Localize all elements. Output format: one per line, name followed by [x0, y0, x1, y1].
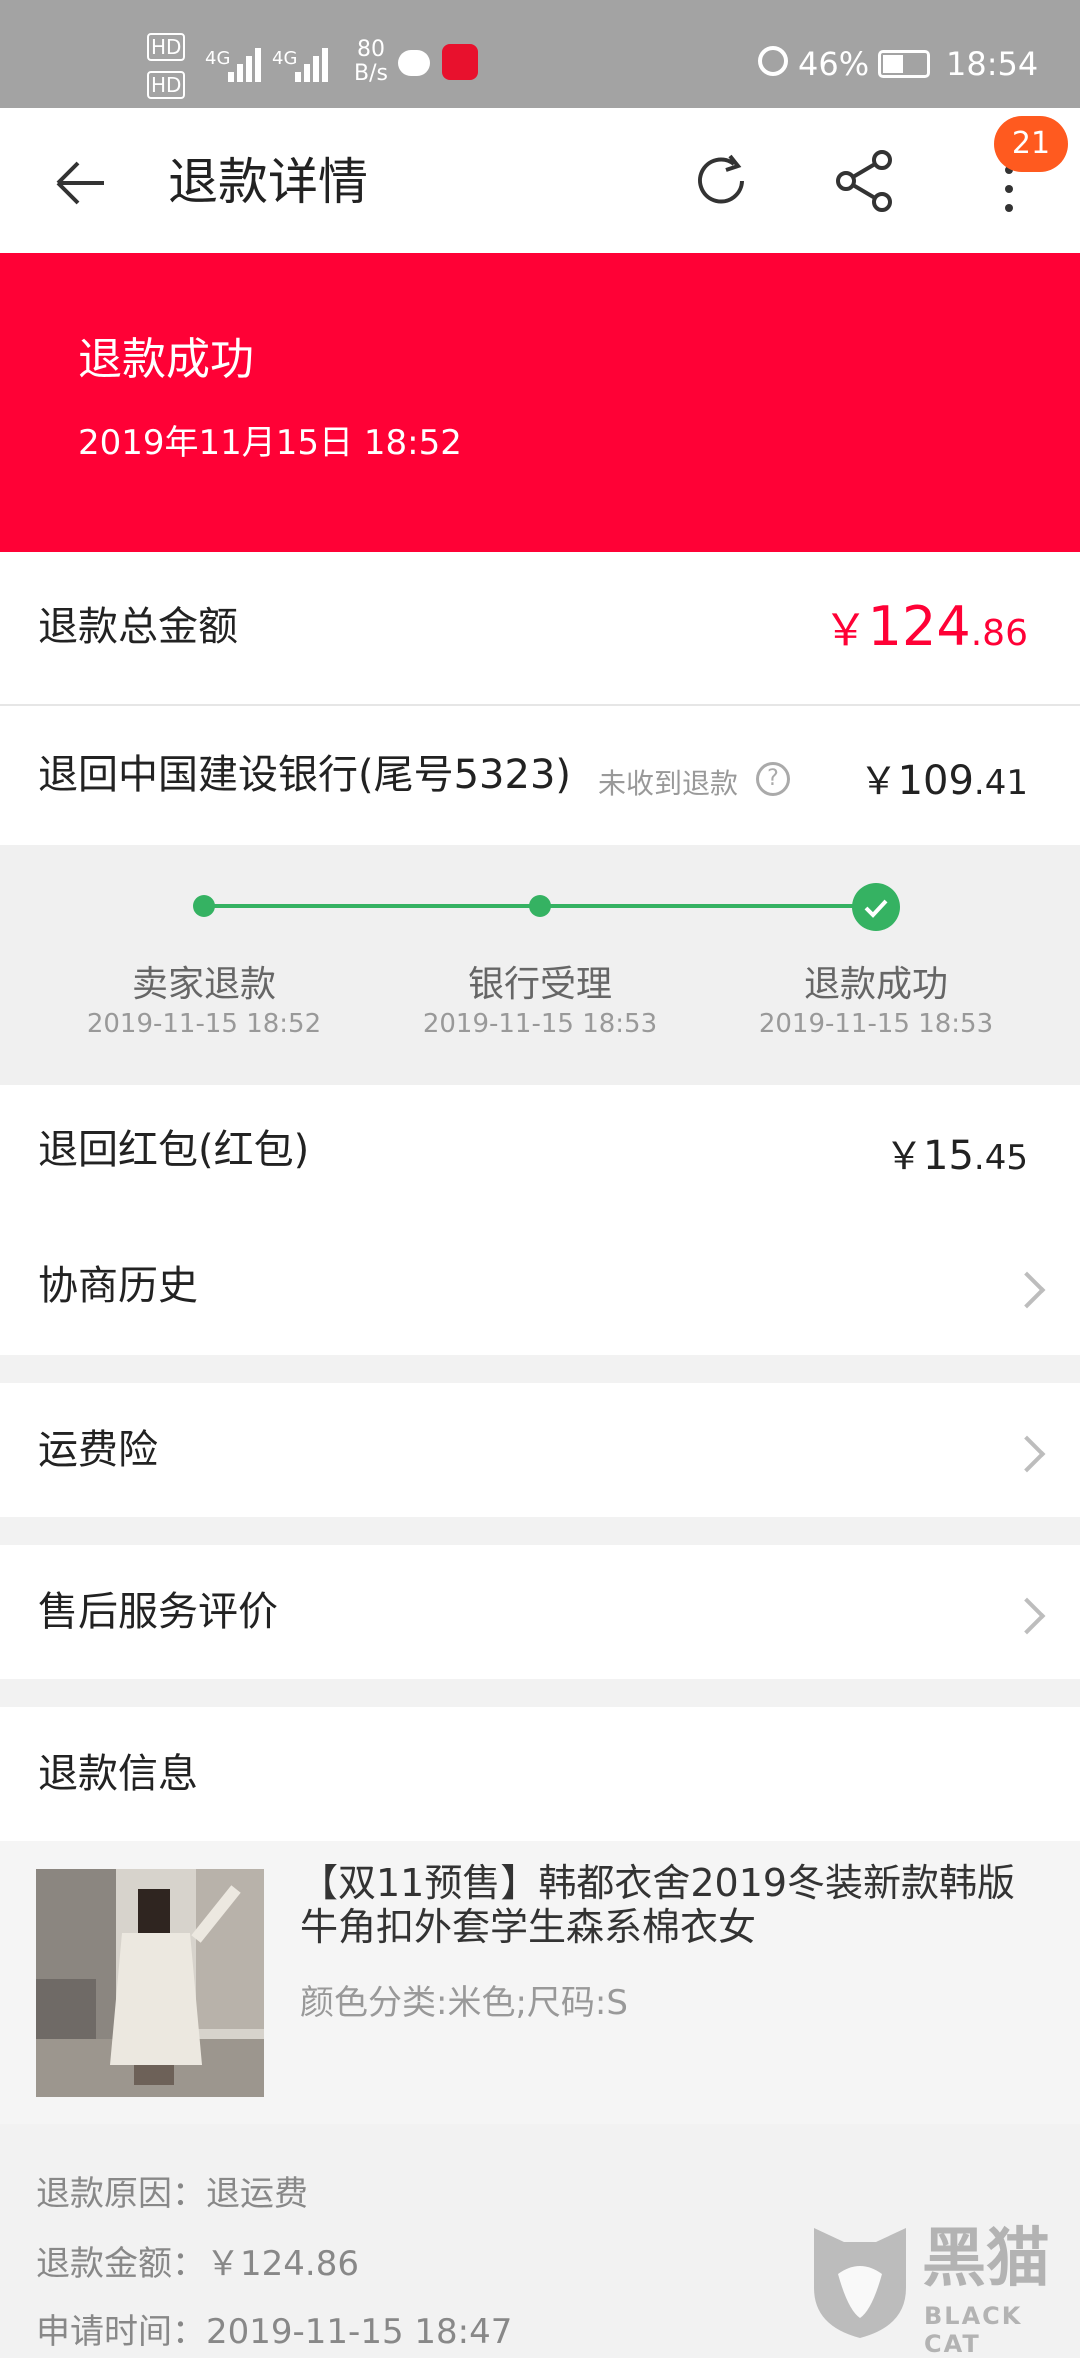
battery-icon: [878, 50, 930, 78]
progress-step-title-2: 银行受理: [467, 964, 612, 1005]
refund-status-title: 退款成功: [78, 334, 254, 385]
network-type-2: 4G: [272, 48, 298, 69]
chevron-right-icon: [1008, 1435, 1046, 1473]
check-circle-icon: [852, 883, 900, 931]
negotiation-history-row[interactable]: 协商历史: [0, 1221, 1080, 1355]
service-evaluation-label: 售后服务评价: [38, 1589, 278, 1635]
notification-badge: 21: [994, 116, 1068, 172]
top-bar: 退款详情 21: [0, 108, 1080, 253]
product-title: 【双11预售】韩都衣舍2019冬装新款韩版牛角扣外套学生森系棉衣女: [300, 1861, 1016, 1949]
status-banner: 退款成功 2019年11月15日 18:52: [0, 253, 1080, 552]
page-title: 退款详情: [168, 153, 368, 211]
refund-total-dec: .86: [970, 613, 1028, 654]
refund-reason-label: 退款原因：: [36, 2174, 206, 2214]
progress-step-time-3: 2019-11-15 18:53: [758, 1009, 994, 1039]
progress-dot-2: [529, 895, 551, 917]
refund-progress: 卖家退款 2019-11-15 18:52 银行受理 2019-11-15 18…: [0, 845, 1080, 1085]
redpacket-int: 15: [923, 1133, 974, 1179]
refund-total-currency: ￥: [823, 605, 868, 656]
refund-reason-value: 退运费: [206, 2174, 308, 2214]
progress-step-title-3: 退款成功: [803, 964, 948, 1005]
apply-time-label: 申请时间：: [36, 2312, 206, 2352]
bank-refund-int: 109: [897, 758, 974, 804]
alarm-icon: [758, 46, 788, 76]
refund-details: 退款原因：退运费 退款金额：￥124.86 申请时间：2019-11-15 18…: [0, 2124, 1080, 2358]
freight-insurance-label: 运费险: [38, 1427, 158, 1473]
refresh-button[interactable]: [684, 144, 758, 218]
help-icon[interactable]: ?: [756, 762, 790, 796]
refund-reason-line: 退款原因：退运费: [36, 2166, 308, 2215]
refund-amount-label: 退款金额：: [36, 2244, 206, 2284]
bank-refund-dec: .41: [973, 763, 1028, 803]
refund-amount-value: ￥124.86: [206, 2244, 359, 2284]
product-image: [36, 1869, 264, 2097]
hd-indicator-1: HD: [147, 33, 186, 61]
apply-time-value: 2019-11-15 18:47: [206, 2312, 513, 2352]
freight-insurance-row[interactable]: 运费险: [0, 1383, 1080, 1517]
redpacket-history-card: 退回红包(红包) ￥15.45 协商历史: [0, 1085, 1080, 1355]
signal-icon-2: [295, 46, 331, 82]
progress-step-time-2: 2019-11-15 18:53: [422, 1009, 658, 1039]
refund-info-header: 退款信息: [0, 1707, 1080, 1841]
clock: 18:54: [946, 45, 1039, 83]
net-speed-value: 80: [357, 37, 385, 62]
back-arrow-icon: [56, 161, 104, 205]
hd-label-2: HD: [147, 71, 186, 99]
progress-step-time-1: 2019-11-15 18:52: [86, 1009, 322, 1039]
back-button[interactable]: [44, 148, 114, 218]
refund-total-int: 124: [867, 595, 971, 658]
signal-icon-1: [228, 46, 264, 82]
service-evaluation-row[interactable]: 售后服务评价: [0, 1545, 1080, 1679]
status-bar: HD HD 4G 4G 80 B/s 46% 18:54: [0, 0, 1080, 108]
watermark-en: BLACK CAT: [924, 2302, 1023, 2358]
negotiation-history-label: 协商历史: [38, 1263, 198, 1309]
share-button[interactable]: [828, 144, 902, 218]
refund-amount-line: 退款金额：￥124.86: [36, 2236, 359, 2285]
bank-refund-label: 退回中国建设银行(尾号5323): [38, 752, 572, 798]
redpacket-label: 退回红包(红包): [38, 1127, 310, 1173]
net-speed-unit: B/s: [354, 61, 388, 86]
product-photo: [36, 1869, 264, 2097]
network-type-1: 4G: [205, 48, 231, 69]
refund-status-time: 2019年11月15日 18:52: [78, 423, 462, 463]
progress-step-title-1: 卖家退款: [131, 964, 276, 1005]
refund-total-amount: ￥124.86: [824, 594, 1028, 658]
share-icon: [836, 150, 892, 212]
progress-dot-1: [193, 895, 215, 917]
message-icon: [398, 50, 430, 76]
redpacket-currency: ￥: [885, 1134, 924, 1178]
tmall-app-icon: [442, 44, 478, 80]
watermark-cn: 黑猫: [922, 2222, 1050, 2296]
apply-time-line: 申请时间：2019-11-15 18:47: [36, 2304, 512, 2353]
chevron-right-icon: [1008, 1597, 1046, 1635]
refund-total-row: 退款总金额 ￥124.86: [0, 552, 1080, 704]
refund-total-label: 退款总金额: [38, 604, 238, 650]
product-item[interactable]: 【双11预售】韩都衣舍2019冬装新款韩版牛角扣外套学生森系棉衣女 颜色分类:米…: [0, 1841, 1080, 2124]
hd-indicator-2: HD: [147, 71, 186, 99]
bank-refund-row: 退回中国建设银行(尾号5323) 未收到退款 ? ￥109.41: [0, 706, 1080, 845]
product-sku: 颜色分类:米色;尺码:S: [300, 1983, 628, 2023]
redpacket-dec: .45: [973, 1138, 1028, 1178]
refresh-icon: [698, 154, 744, 204]
refund-info-heading: 退款信息: [38, 1751, 198, 1797]
hd-label-1: HD: [147, 33, 186, 61]
black-cat-logo-icon: [808, 2222, 912, 2340]
chevron-right-icon: [1008, 1271, 1046, 1309]
bank-refund-amount: ￥109.41: [860, 750, 1028, 805]
redpacket-amount: ￥15.45: [885, 1125, 1028, 1180]
bank-refund-currency: ￥: [859, 759, 898, 803]
not-received-link[interactable]: 未收到退款: [598, 762, 738, 802]
net-speed: 80 B/s: [346, 38, 396, 86]
battery-percent: 46%: [798, 45, 870, 83]
